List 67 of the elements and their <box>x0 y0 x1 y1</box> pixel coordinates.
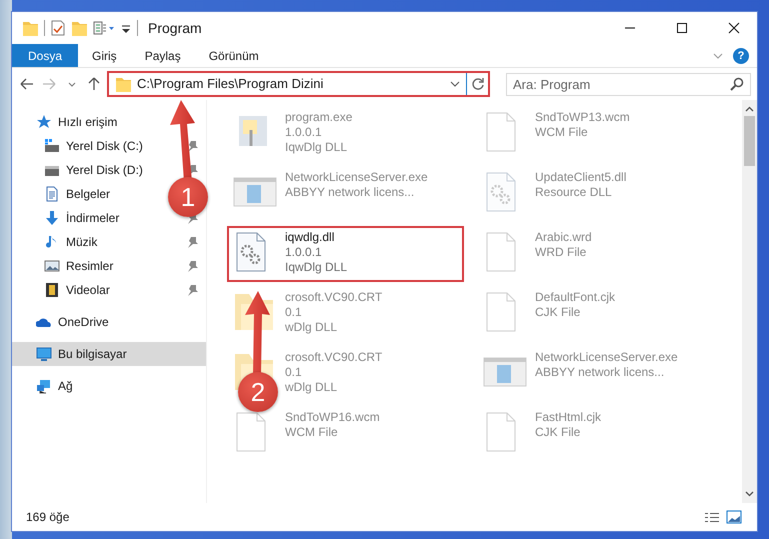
pin-icon[interactable] <box>187 284 198 296</box>
download-icon <box>44 210 60 226</box>
file-menu-button[interactable]: Dosya <box>12 44 78 67</box>
large-icons-view-icon[interactable] <box>726 510 742 524</box>
refresh-icon[interactable] <box>470 77 484 91</box>
network-icon <box>36 378 52 394</box>
ribbon-tab[interactable]: Görünüm <box>194 44 273 67</box>
file-detail: wDlg DLL <box>285 380 338 395</box>
file-detail: 0.1 <box>285 305 303 320</box>
file-detail: ABBYY network licens... <box>535 365 666 380</box>
document-icon <box>44 186 60 202</box>
film-icon <box>44 282 60 298</box>
pin-icon[interactable] <box>187 140 198 152</box>
details-view-icon[interactable] <box>704 512 720 522</box>
sidebar-item[interactable]: Ağ <box>12 374 77 398</box>
back-icon[interactable] <box>19 76 36 92</box>
star-icon <box>36 114 52 130</box>
file-detail: IqwDlg DLL <box>285 140 348 155</box>
sidebar-item[interactable]: Yerel Disk (D:) <box>12 158 147 182</box>
scroll-up-icon[interactable] <box>745 106 754 112</box>
scrollbar[interactable] <box>742 100 757 503</box>
scroll-thumb[interactable] <box>744 116 755 166</box>
address-field[interactable]: C:\Program Files\Program Dizini <box>107 71 490 97</box>
file-detail: Resource DLL <box>535 185 613 200</box>
close-icon <box>728 22 740 34</box>
file-detail: CJK File <box>535 305 582 320</box>
sidebar-item[interactable]: Hızlı erişim <box>12 110 122 134</box>
pin-icon[interactable] <box>187 236 198 248</box>
monitor-icon <box>36 346 52 362</box>
sidebar-item[interactable]: Müzik <box>12 230 102 254</box>
sidebar-item[interactable]: Belgeler <box>12 182 114 206</box>
file-detail: ABBYY network licens... <box>285 185 416 200</box>
scroll-down-icon[interactable] <box>745 491 754 497</box>
ribbon-tab[interactable]: Paylaş <box>130 44 195 67</box>
dropdown-icon[interactable] <box>450 81 460 87</box>
properties-icon[interactable] <box>51 20 65 36</box>
window-title: Program <box>148 18 202 38</box>
sidebar-item[interactable]: Yerel Disk (C:) <box>12 134 147 158</box>
sidebar-item[interactable]: Bu bilgisayar <box>12 342 206 366</box>
recent-dropdown-icon[interactable] <box>68 82 76 86</box>
file-detail: 1.0.0.1 <box>285 125 323 140</box>
view-icon[interactable] <box>93 20 115 36</box>
sidebar-item[interactable]: OneDrive <box>12 310 113 334</box>
folder-icon <box>22 20 38 36</box>
file-detail: WCM File <box>285 425 339 440</box>
file-detail: CJK File <box>535 425 582 440</box>
file-name[interactable]: iqwdlg.dll <box>285 230 348 245</box>
search-field[interactable]: Ara: Program <box>506 72 751 96</box>
picture-icon <box>44 258 60 274</box>
file-detail: WRD File <box>535 245 588 260</box>
item-count: 169 öğe <box>26 509 70 526</box>
drive-icon <box>44 138 60 154</box>
file-detail: 1.0.0.1 <box>285 245 323 260</box>
sidebar-item[interactable]: Videolar <box>12 278 114 302</box>
file-detail: 0.1 <box>285 365 303 380</box>
pin-icon[interactable] <box>187 260 198 272</box>
ribbon-tab[interactable]: Giriş <box>78 44 131 67</box>
file-detail: WCM File <box>535 125 589 140</box>
sidebar-item[interactable]: İndirmeler <box>12 206 124 230</box>
folder-icon <box>115 76 131 92</box>
sidebar-item[interactable]: Resimler <box>12 254 118 278</box>
file-detail: IqwDlg DLL <box>285 260 348 275</box>
maximize-icon <box>676 22 688 34</box>
search-icon[interactable] <box>730 76 744 90</box>
file-detail: wDlg DLL <box>285 320 338 335</box>
expand-ribbon-icon[interactable] <box>713 52 723 58</box>
help-button[interactable]: ? <box>733 48 749 64</box>
